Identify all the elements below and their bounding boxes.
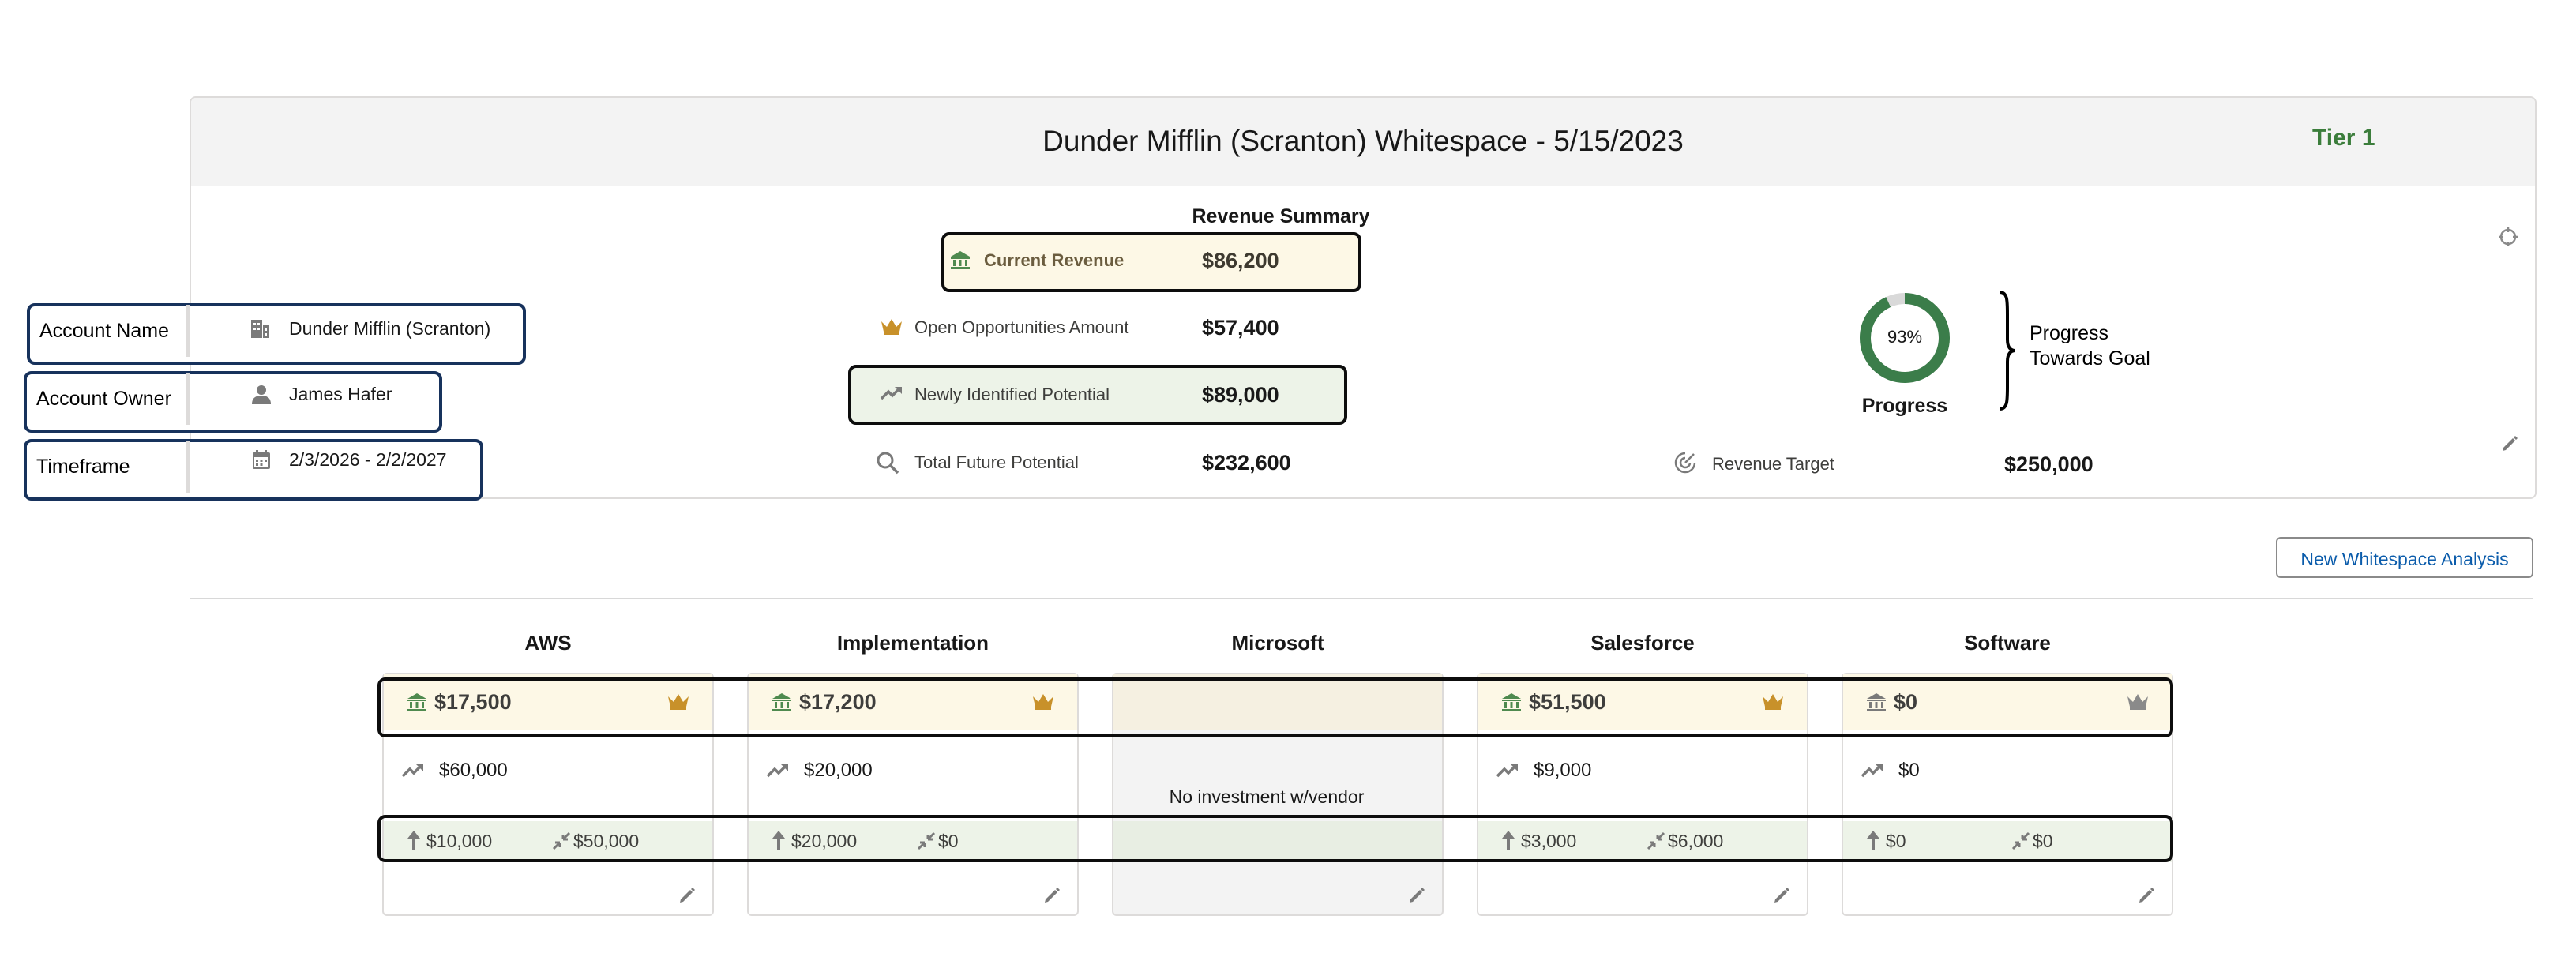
user-icon bbox=[252, 385, 271, 404]
progress-percent: 93% bbox=[1887, 327, 1923, 347]
crown-icon bbox=[881, 319, 902, 335]
timeframe-value[interactable]: 2/3/2026 - 2/2/2027 bbox=[289, 449, 447, 471]
trend-up-icon bbox=[401, 764, 423, 778]
edit-icon[interactable] bbox=[2500, 434, 2519, 453]
revenue-target-label: Revenue Target bbox=[1712, 454, 1834, 474]
progress-note-line1: Progress bbox=[2030, 322, 2109, 344]
current-revenue-row-highlight bbox=[377, 677, 2173, 737]
timeframe-label: Timeframe bbox=[36, 456, 130, 478]
calendar-icon bbox=[253, 450, 270, 469]
whitespace-summary-card: Dunder Mifflin (Scranton) Whitespace - 5… bbox=[190, 96, 2537, 499]
open-opportunities-label: Open Opportunities Amount bbox=[914, 317, 1129, 337]
new-whitespace-analysis-button[interactable]: New Whitespace Analysis bbox=[2276, 537, 2533, 578]
vendor-title-aws: AWS bbox=[524, 631, 572, 655]
vendor-title-salesforce: Salesforce bbox=[1590, 631, 1695, 655]
section-divider bbox=[190, 598, 2533, 599]
opportunity-value: $0 bbox=[1898, 760, 1920, 781]
trend-up-icon bbox=[1861, 764, 1883, 778]
vendor-title-software: Software bbox=[1964, 631, 2051, 655]
current-revenue-value: $86,200 bbox=[1202, 249, 1279, 272]
tier-badge: Tier 1 bbox=[2312, 125, 2375, 151]
potential-row-highlight bbox=[377, 815, 2173, 862]
progress-label: Progress bbox=[1861, 395, 1948, 417]
account-owner-value[interactable]: James Hafer bbox=[289, 384, 392, 405]
revenue-summary-title: Revenue Summary bbox=[1192, 205, 1370, 227]
expand-icon[interactable] bbox=[2497, 226, 2519, 248]
newly-identified-value: $89,000 bbox=[1202, 383, 1279, 407]
edit-icon[interactable] bbox=[678, 886, 697, 905]
revenue-target-value: $250,000 bbox=[2004, 452, 2093, 476]
total-future-label: Total Future Potential bbox=[914, 452, 1079, 472]
target-icon bbox=[1674, 452, 1696, 474]
vendor-title-microsoft: Microsoft bbox=[1231, 631, 1324, 655]
trend-up-icon bbox=[766, 764, 788, 778]
no-investment-text: No investment w/vendor bbox=[1169, 786, 1365, 807]
edit-icon[interactable] bbox=[1772, 886, 1791, 905]
trend-up-icon bbox=[880, 387, 902, 400]
brace-icon bbox=[1999, 291, 2016, 411]
edit-icon[interactable] bbox=[1042, 886, 1061, 905]
page-title: Dunder Mifflin (Scranton) Whitespace - 5… bbox=[1042, 125, 1684, 157]
search-icon bbox=[877, 452, 899, 475]
callout-divider bbox=[186, 305, 190, 357]
callout-divider bbox=[186, 373, 190, 425]
account-owner-label: Account Owner bbox=[36, 388, 171, 410]
building-icon bbox=[251, 320, 269, 338]
progress-note-line2: Towards Goal bbox=[2030, 347, 2150, 370]
opportunity-value: $9,000 bbox=[1534, 760, 1592, 781]
account-name-value[interactable]: Dunder Mifflin (Scranton) bbox=[289, 318, 490, 340]
current-revenue-label: Current Revenue bbox=[984, 250, 1125, 270]
opportunity-value: $60,000 bbox=[439, 760, 508, 781]
account-name-label: Account Name bbox=[39, 320, 169, 342]
callout-divider bbox=[186, 441, 190, 493]
trend-up-icon bbox=[1496, 764, 1518, 778]
vendor-title-implementation: Implementation bbox=[836, 631, 989, 655]
bank-icon bbox=[951, 251, 970, 269]
total-future-value: $232,600 bbox=[1202, 451, 1291, 475]
open-opportunities-value: $57,400 bbox=[1202, 316, 1279, 340]
edit-icon[interactable] bbox=[2137, 886, 2156, 905]
edit-icon[interactable] bbox=[1407, 886, 1426, 905]
opportunity-value: $20,000 bbox=[804, 760, 873, 781]
newly-identified-label: Newly Identified Potential bbox=[914, 385, 1110, 404]
